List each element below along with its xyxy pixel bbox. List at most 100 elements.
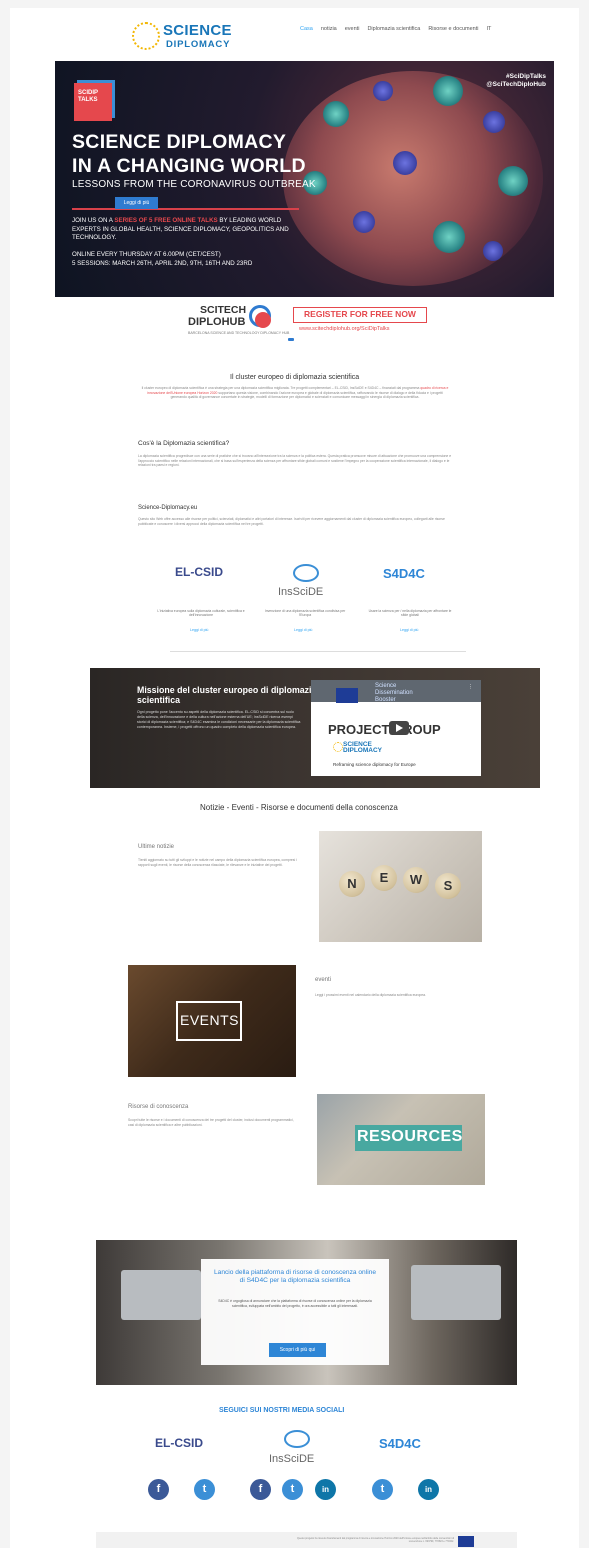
mission-title: Missione del cluster europeo di diplomaz…	[137, 685, 317, 705]
hero-schedule-line2: 5 SESSIONS: MARCH 26TH, APRIL 2ND, 9TH, …	[72, 259, 253, 267]
scitech-registration[interactable]: SCITECH DIPLOHUB BARCELONA SCIENCE AND T…	[188, 303, 433, 343]
el-csid-desc: L'iniziativa europea sulla diplomazia cu…	[157, 609, 245, 618]
news-text: Tieniti aggiornato su tutti gli sviluppi…	[138, 858, 297, 867]
s4d4c-twitter-icon[interactable]: t	[372, 1479, 393, 1500]
hero-handle: @SciTechDiploHub	[486, 81, 546, 88]
virus-spike	[483, 241, 503, 261]
register-url[interactable]: www.scitechdiplohub.org/SciDipTalks	[299, 326, 389, 332]
resources-title[interactable]: Risorse di conoscenza	[128, 1104, 188, 1110]
platform-text: S4D4C è orgogliosa di annunciare che la …	[218, 1299, 372, 1308]
virus-spike	[323, 101, 349, 127]
social-title: SEGUICI SUI NOSTRI MEDIA SOCIALI	[219, 1407, 345, 1414]
hero-subtitle: LESSONS FROM THE CORONAVIRUS OUTBREAK	[72, 179, 316, 190]
hero-banner[interactable]: SCIDIP TALKS SCIENCE DIPLOMACY IN A CHAN…	[55, 61, 554, 297]
virus-spike	[483, 111, 505, 133]
nav-item-events[interactable]: eventi	[345, 26, 360, 32]
events-title[interactable]: eventi	[315, 977, 331, 983]
platform-title: Lancio della piattaforma di risorse di c…	[213, 1269, 376, 1285]
social-insscide-logo[interactable]: InsSciDE	[269, 1453, 314, 1465]
hero-schedule: ONLINE EVERY THURSDAY AT 6.00PM (CET/CES…	[72, 251, 312, 268]
insscide-twitter-icon[interactable]: t	[282, 1479, 303, 1500]
nav-item-science-diplomacy[interactable]: Diplomazia scientifica	[367, 26, 420, 32]
video-overlay-line3: Booster	[375, 697, 396, 703]
news-tile: N	[339, 871, 365, 897]
coronavirus-image	[283, 71, 543, 286]
news-title[interactable]: Ultime notizie	[138, 844, 174, 850]
video-logo-text: SCIENCE DIPLOMACY	[343, 741, 382, 754]
resources-image-text: RESOURCES	[357, 1128, 463, 1145]
virus-spike	[373, 81, 393, 101]
news-tile: E	[371, 865, 397, 891]
what-is-text: La diplomazia scientifica progredisce co…	[138, 454, 452, 468]
hero-join-pre: JOIN US ON A	[72, 217, 113, 224]
hero-read-more-button[interactable]: Leggi di più	[115, 197, 158, 209]
news-image[interactable]: N E W S	[319, 831, 482, 942]
social-insscide-icon	[284, 1430, 310, 1448]
insscide-read-more[interactable]: Leggi di più	[294, 628, 312, 632]
social-s4d4c-logo[interactable]: S4D4C	[379, 1436, 421, 1451]
hero-hashtag: #SciDipTalks	[506, 73, 546, 80]
video-project-title: PROJECT GROUP	[328, 722, 441, 737]
video-overlay-line2: Dissemination	[375, 690, 413, 696]
video-player[interactable]: Science Dissemination Booster ⋮ PROJECT …	[311, 680, 481, 776]
s4d4c-logo[interactable]: S4D4C	[383, 566, 425, 581]
register-button[interactable]: REGISTER FOR FREE NOW	[293, 307, 427, 323]
main-nav: Casa notizia eventi Diplomazia scientifi…	[300, 26, 491, 32]
resources-image[interactable]: RESOURCES	[317, 1094, 485, 1185]
virus-spike	[433, 221, 465, 253]
social-el-csid-logo[interactable]: EL-CSID	[155, 1436, 203, 1450]
el-csid-logo[interactable]: EL-CSID	[175, 565, 223, 579]
laptop-image	[411, 1265, 501, 1320]
s4d4c-linkedin-icon[interactable]: in	[418, 1479, 439, 1500]
what-is-title: Cos'è la Diplomazia scientifica?	[138, 440, 230, 447]
events-image[interactable]: EVENTS	[128, 965, 296, 1077]
el-csid-twitter-icon[interactable]: t	[194, 1479, 215, 1500]
scitech-logo-dot-icon	[255, 312, 271, 328]
site-header: SCIENCE DIPLOMACY Casa notizia eventi Di…	[10, 8, 579, 58]
science-diplomacy-eu-text: Questo sito Web offre accesso alle risor…	[138, 517, 445, 526]
video-overlay-line1: Science	[375, 683, 397, 689]
video-logo-ring-icon	[333, 742, 343, 752]
virus-spike	[393, 151, 417, 175]
video-caption: Reframing science diplomacy for Europe	[333, 762, 416, 767]
scidip-talks-badge: SCIDIP TALKS	[74, 83, 112, 121]
hero-join-text: JOIN US ON A SERIES OF 5 FREE ONLINE TAL…	[72, 217, 302, 243]
insscide-facebook-icon[interactable]: f	[250, 1479, 271, 1500]
insscide-linkedin-icon[interactable]: in	[315, 1479, 336, 1500]
nav-item-news[interactable]: notizia	[321, 26, 337, 32]
hero-divider	[72, 208, 299, 210]
hero-schedule-line1: ONLINE EVERY THURSDAY AT 6.00PM (CET/CES…	[72, 251, 221, 258]
logo-line2: DIPLOMACY	[166, 39, 231, 50]
news-tile: W	[403, 867, 429, 893]
hero-join-highlight: SERIES OF 5 FREE ONLINE TALKS	[114, 217, 218, 224]
news-tile: S	[435, 873, 461, 899]
nav-item-language[interactable]: IT	[486, 26, 491, 32]
insscide-logo[interactable]: InsSciDE	[278, 586, 323, 598]
hero-title-line2: IN A CHANGING WORLD	[72, 155, 306, 177]
s4d4c-desc: Usare la scienza per / nella diplomazia …	[368, 609, 452, 618]
video-menu-icon[interactable]: ⋮	[468, 684, 473, 690]
scitech-logo-line1: SCITECH	[200, 304, 247, 316]
scitech-logo-line2: DIPLOHUB	[188, 316, 246, 328]
cluster-intro-pre: Il cluster europeo di diplomazia scienti…	[141, 386, 421, 390]
slider-dot[interactable]	[288, 338, 294, 341]
platform-learn-more-button[interactable]: Scopri di più qui	[269, 1343, 326, 1357]
play-button-icon[interactable]	[389, 721, 409, 735]
el-csid-facebook-icon[interactable]: f	[148, 1479, 169, 1500]
mission-text: Ogni progetto pone l'accento su aspetti …	[137, 710, 301, 729]
nav-item-home[interactable]: Casa	[300, 26, 313, 32]
el-csid-read-more[interactable]: Leggi di più	[190, 628, 208, 632]
video-overlay-text: Science Dissemination Booster	[375, 683, 413, 704]
science-diplomacy-eu-title: Science-Diplomacy.eu	[138, 505, 198, 511]
s4d4c-read-more[interactable]: Leggi di più	[400, 628, 418, 632]
virus-spike	[433, 76, 463, 106]
site-logo[interactable]: SCIENCE DIPLOMACY	[132, 22, 242, 54]
knowledge-heading: Notizie - Eventi - Risorse e documenti d…	[200, 803, 398, 812]
hero-hashtags: #SciDipTalks @SciTechDiploHub	[486, 73, 546, 89]
mission-section: Missione del cluster europeo di diplomaz…	[90, 668, 540, 788]
events-image-text: EVENTS	[180, 1012, 240, 1028]
cluster-intro-text: Il cluster europeo di diplomazia scienti…	[140, 386, 450, 400]
nav-item-resources[interactable]: Risorse e documenti	[428, 26, 478, 32]
logo-ring-icon	[132, 22, 160, 50]
virus-spike	[353, 211, 375, 233]
